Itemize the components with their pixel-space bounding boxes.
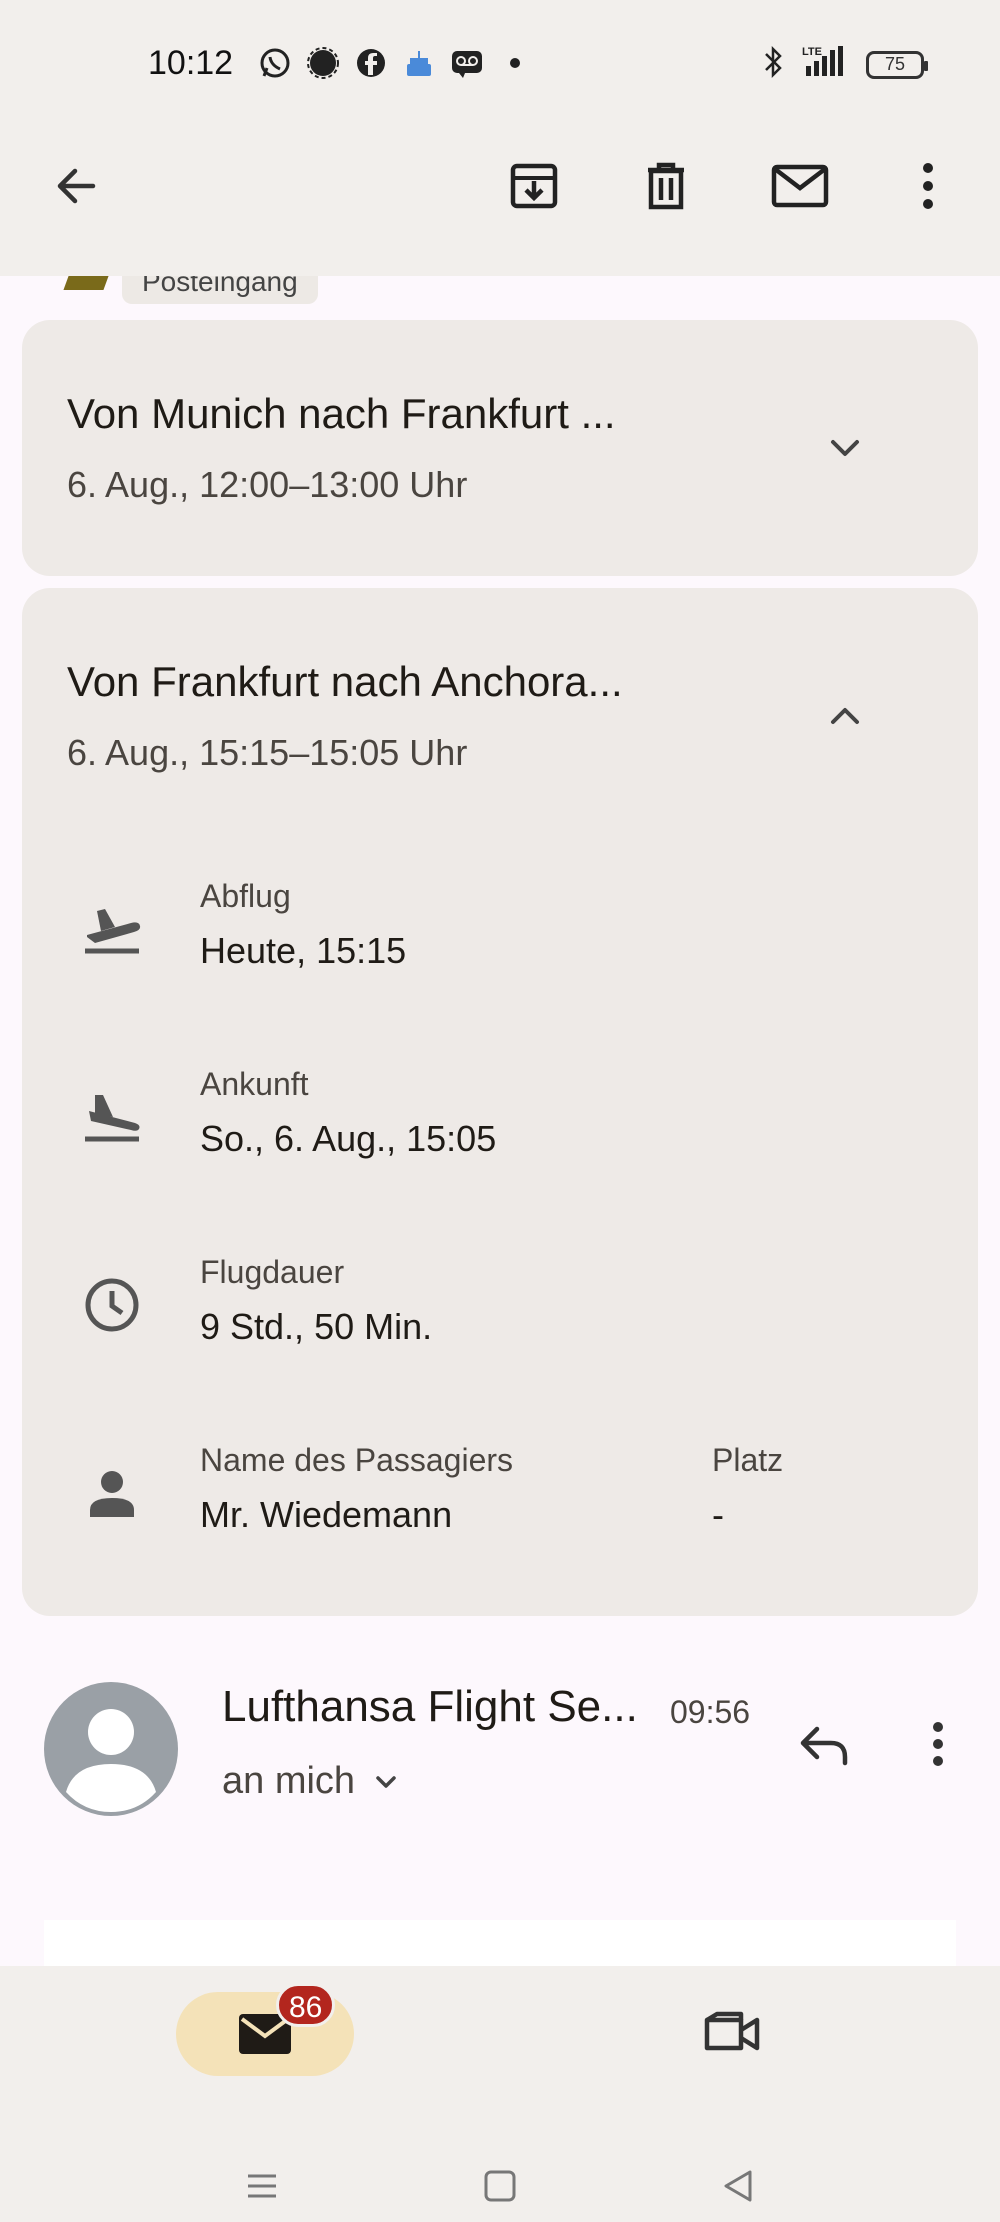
departure-label: Abflug — [200, 878, 291, 914]
clock-icon — [77, 1270, 147, 1340]
signal-icon — [304, 44, 342, 82]
chevron-up-icon — [831, 708, 859, 724]
square-icon — [484, 2170, 516, 2202]
bottom-navigation: 86 — [0, 1966, 1000, 2222]
chevron-down-icon — [831, 440, 859, 456]
status-time: 10:12 — [148, 44, 234, 82]
battery-icon: 75 — [866, 50, 928, 79]
label-importance-icon — [63, 276, 109, 290]
message-header: Lufthansa Flight Se... 09:56 an mich — [0, 1660, 1000, 1820]
arrival-value: So., 6. Aug., 15:05 — [200, 1118, 497, 1159]
seat-value: - — [712, 1494, 724, 1535]
trash-icon — [648, 162, 684, 210]
label-chip[interactable]: Posteingang — [122, 276, 318, 304]
expand-button[interactable] — [820, 423, 870, 473]
back-button[interactable] — [40, 150, 112, 222]
home-button[interactable] — [470, 2156, 530, 2216]
flight-title: Von Munich nach Frankfurt ... — [67, 390, 616, 437]
mark-unread-button[interactable] — [764, 150, 836, 222]
video-camera-icon — [704, 2011, 760, 2051]
bluetooth-icon — [762, 44, 786, 85]
flight-time: 6. Aug., 12:00–13:00 Uhr — [67, 464, 468, 505]
svg-text:LTE: LTE — [802, 46, 822, 58]
system-back-button[interactable] — [708, 2156, 768, 2216]
flight-card-1[interactable]: Von Munich nach Frankfurt ... 6. Aug., 1… — [22, 320, 978, 576]
departure-value: Heute, 15:15 — [200, 930, 407, 971]
arrival-label: Ankunft — [200, 1066, 309, 1102]
label-row: Posteingang — [0, 276, 1000, 306]
status-bar: 10:12 LTE 75 — [0, 0, 1000, 126]
avatar[interactable] — [44, 1682, 178, 1816]
chevron-down-icon — [376, 1775, 396, 1788]
passenger-value: Mr. Wiedemann — [200, 1494, 453, 1535]
passenger-label: Name des Passagiers — [200, 1442, 514, 1478]
duration-label: Flugdauer — [200, 1254, 345, 1290]
reply-button[interactable] — [788, 1708, 860, 1780]
recipient-details-toggle[interactable]: an mich — [222, 1760, 401, 1803]
flight-time: 6. Aug., 15:15–15:05 Uhr — [67, 732, 468, 773]
flight-land-icon — [77, 1082, 147, 1152]
message-time: 09:56 — [670, 1694, 751, 1730]
person-icon — [77, 1458, 147, 1528]
duration-value: 9 Std., 50 Min. — [200, 1306, 433, 1347]
flight-takeoff-icon — [77, 894, 147, 964]
message-body — [44, 1920, 956, 1966]
recents-button[interactable] — [232, 2156, 292, 2216]
facebook-icon — [352, 44, 390, 82]
archive-button[interactable] — [498, 150, 570, 222]
sender-name[interactable]: Lufthansa Flight Se... — [222, 1682, 638, 1732]
whatsapp-icon — [256, 44, 294, 82]
dot-icon — [496, 44, 534, 82]
delete-button[interactable] — [630, 150, 702, 222]
default-avatar-icon — [66, 1709, 156, 1812]
flight-card-2[interactable]: Von Frankfurt nach Anchora... 6. Aug., 1… — [22, 588, 978, 1616]
seat-label: Platz — [712, 1442, 784, 1478]
nav-meet-tab[interactable] — [696, 2002, 768, 2066]
more-options-button[interactable] — [892, 150, 964, 222]
message-more-button[interactable] — [918, 1708, 958, 1780]
recipient-text: an mich — [222, 1760, 356, 1802]
notification-icons — [256, 44, 534, 82]
cake-icon — [400, 44, 438, 82]
mail-icon — [771, 164, 829, 208]
voicemail-icon — [448, 44, 486, 82]
unread-badge: 86 — [276, 1983, 336, 2027]
system-status-icons: LTE 75 — [762, 44, 928, 85]
archive-icon — [510, 163, 558, 209]
cell-signal-icon: LTE — [800, 44, 852, 85]
triangle-back-icon — [724, 2170, 752, 2202]
menu-lines-icon — [248, 2174, 276, 2198]
more-vert-icon — [933, 1722, 943, 1766]
back-arrow-icon — [57, 168, 96, 204]
flight-title: Von Frankfurt nach Anchora... — [67, 658, 623, 705]
collapse-button[interactable] — [820, 691, 870, 741]
reply-icon — [800, 1726, 848, 1766]
more-vert-icon — [923, 163, 933, 209]
